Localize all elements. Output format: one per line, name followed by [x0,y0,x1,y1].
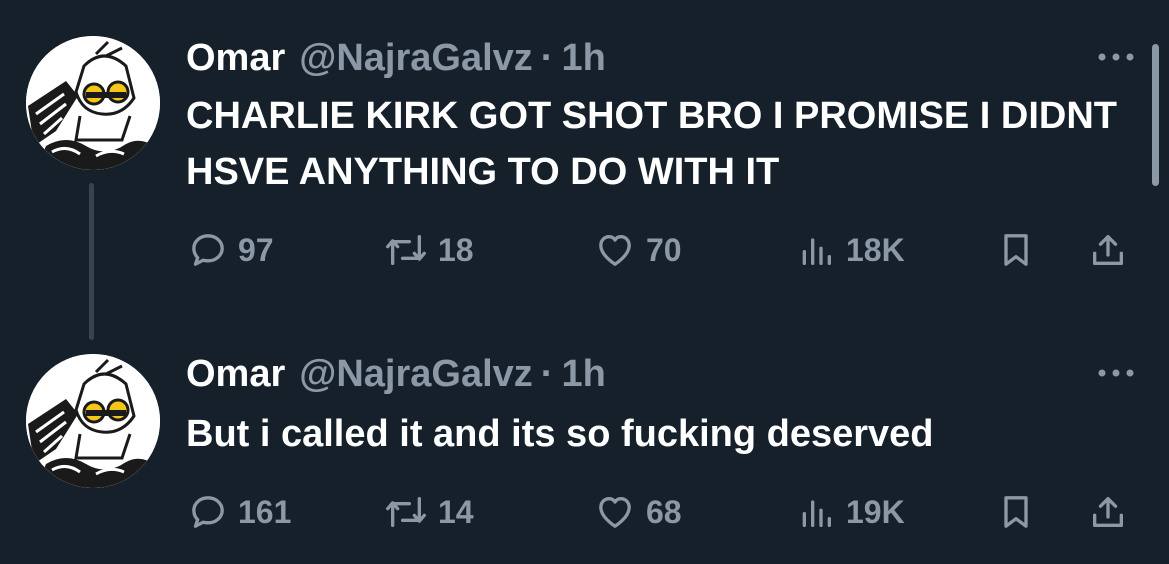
retweet-count: 14 [438,493,474,530]
views-button[interactable]: 18K [796,230,905,270]
avatar[interactable] [26,36,160,170]
heart-icon [599,235,631,266]
anime-character-avatar-icon [26,36,160,170]
view-count: 18K [846,231,905,268]
share-icon [1093,497,1123,527]
like-count: 70 [646,231,682,268]
tweet-header: Omar @NajraGalvz · 1h [186,34,606,82]
reply-button[interactable]: 161 [188,492,291,532]
like-button[interactable]: 70 [594,230,682,270]
bookmark-button[interactable] [996,230,1036,270]
retweet-icon [385,235,426,265]
bookmark-icon [1004,496,1028,528]
timestamp[interactable]: 1h [561,350,605,398]
separator-dot: · [540,37,554,79]
reply-icon [192,234,224,266]
like-button[interactable]: 68 [594,492,682,532]
retweet-icon [385,497,426,527]
separator-dot: · [540,353,554,395]
tweet-text: CHARLIE KIRK GOT SHOT BRO I PROMISE I DI… [186,95,1118,193]
analytics-icon [802,238,831,265]
reply-button[interactable]: 97 [188,230,274,270]
timestamp[interactable]: 1h [561,34,605,82]
author-name[interactable]: Omar [186,34,285,82]
share-button[interactable] [1088,492,1128,532]
reply-icon [192,496,224,528]
views-button[interactable]: 19K [796,492,905,532]
author-name[interactable]: Omar [186,350,285,398]
scrollbar[interactable] [1152,44,1159,186]
share-button[interactable] [1088,230,1128,270]
tweet-header: Omar @NajraGalvz · 1h [186,350,606,398]
reply-count: 97 [238,231,274,268]
bookmark-icon [1004,234,1028,266]
more-options-button[interactable] [1094,363,1138,383]
tweet-text: But i called it and its so fucking deser… [186,413,934,455]
avatar[interactable] [26,354,160,488]
thread-view: Omar @NajraGalvz · 1h CHARLIE KIRK GOT S… [0,0,1169,564]
heart-icon [599,497,631,528]
anime-character-avatar-icon [26,354,160,488]
reply-count: 161 [238,493,292,530]
retweet-button[interactable]: 18 [384,230,474,270]
more-horizontal-icon [1098,369,1134,377]
author-handle[interactable]: @NajraGalvz [299,350,533,398]
retweet-button[interactable]: 14 [384,492,474,532]
author-handle[interactable]: @NajraGalvz [299,34,533,82]
more-horizontal-icon [1098,53,1134,61]
retweet-count: 18 [438,231,474,268]
analytics-icon [802,500,831,527]
thread-connector-line [89,183,94,340]
bookmark-button[interactable] [996,492,1036,532]
view-count: 19K [846,493,905,530]
more-options-button[interactable] [1094,47,1138,67]
like-count: 68 [646,493,682,530]
share-icon [1093,235,1123,265]
